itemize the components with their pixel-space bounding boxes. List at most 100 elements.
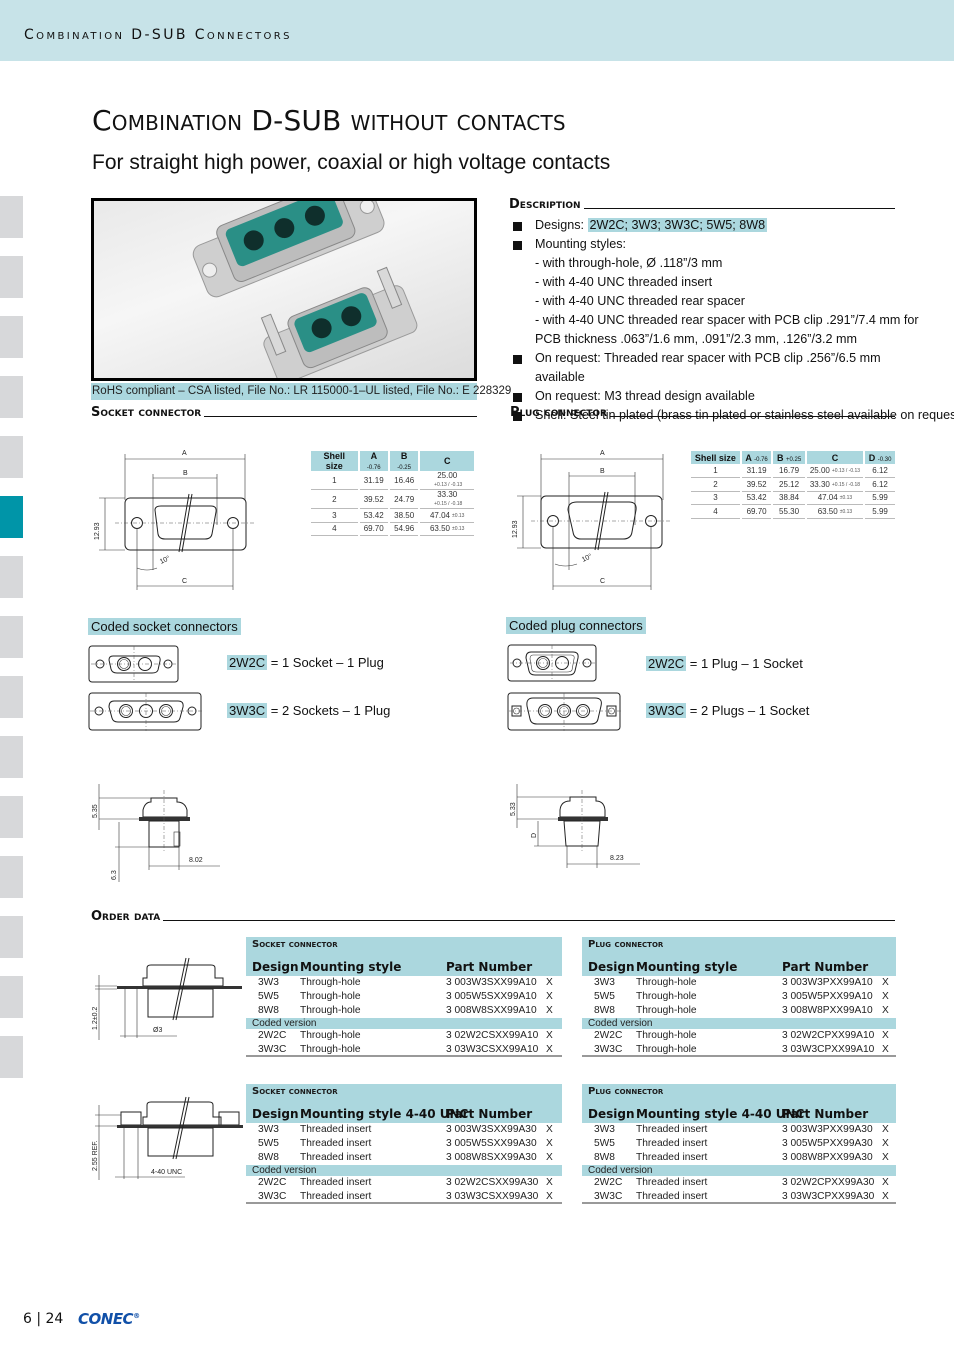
cell-mounting-style: Through-hole xyxy=(636,1030,697,1041)
header-tolerance: -0.76 xyxy=(366,465,381,471)
cell-value: 16.79 xyxy=(779,466,800,475)
order-table-row: 8W8 Threaded insert 3 008W8SXX99A30 X xyxy=(246,1151,562,1165)
dim-cell: 16.79 xyxy=(771,464,806,478)
cell-value: 3 xyxy=(713,493,718,503)
cell-tolerance: +0.15 / -0.18 xyxy=(434,500,463,507)
cell-value: 39.52 xyxy=(746,479,767,489)
bullet-item: On request: M3 thread design available xyxy=(511,387,931,406)
order-table-row: 5W5 Through-hole 3 005W5SXX99A10 X xyxy=(246,990,562,1004)
cell-part-number: 3 008W8PXX99A10 xyxy=(782,1005,873,1016)
side-index-tab[interactable] xyxy=(0,736,23,778)
dim-row: 2 39.52 25.12 33.30 +0.15 / -0.18 6.12 xyxy=(691,477,895,492)
side-index-tab[interactable] xyxy=(0,1036,23,1078)
cell-variant-x: X xyxy=(882,991,889,1002)
cell-variant-x: X xyxy=(882,1177,889,1188)
col-header-design: Design xyxy=(252,1107,299,1121)
dim-label-width: 8.02 xyxy=(189,857,203,864)
header-label: Shell size xyxy=(694,452,736,463)
dim-cell: 39.52 xyxy=(739,477,773,492)
side-index-tab[interactable] xyxy=(0,256,23,298)
dim-label-through-d: Ø3 xyxy=(153,1027,162,1034)
side-index-tab[interactable] xyxy=(0,856,23,898)
coded-version-label: Coded version xyxy=(246,1165,562,1176)
cell-mounting-style: Through-hole xyxy=(636,977,697,988)
cell-part-number: 3 008W8SXX99A10 xyxy=(446,1005,537,1016)
cell-value: 25.00 xyxy=(809,466,830,475)
cell-variant-x: X xyxy=(546,1030,553,1041)
plug-heading-text: Plug connector xyxy=(510,405,607,420)
cell-design: 8W8 xyxy=(594,1152,615,1163)
cell-design: 8W8 xyxy=(258,1005,279,1016)
dim-cell: 2 xyxy=(311,489,359,509)
dim-cell: 16.46 xyxy=(387,471,420,490)
header-label: C xyxy=(443,456,451,466)
col-header-design: Design xyxy=(588,1107,635,1121)
cell-design: 3W3C xyxy=(258,1191,287,1202)
side-index-tab[interactable] xyxy=(0,796,23,838)
header-label: A xyxy=(370,451,377,461)
cell-part-number: 3 003W3SXX99A10 xyxy=(446,977,537,988)
cell-value: 4 xyxy=(713,506,718,516)
cell-design: 5W5 xyxy=(594,1138,615,1149)
side-index-tab[interactable] xyxy=(0,316,23,358)
dim-label-a: A xyxy=(182,450,187,457)
coded-version-label: Coded version xyxy=(582,1165,896,1176)
side-index-tab[interactable] xyxy=(0,916,23,958)
side-index-tab[interactable] xyxy=(0,436,23,478)
cell-variant-x: X xyxy=(882,1191,889,1202)
side-index-tab[interactable] xyxy=(0,616,23,658)
cell-variant-x: X xyxy=(882,1124,889,1135)
dim-cell: 31.19 xyxy=(357,471,389,490)
code-description: = 1 Socket – 1 Plug xyxy=(267,655,384,670)
dim-cell: 53.42 xyxy=(739,491,773,505)
order-table-row: 3W3C Through-hole 3 03W3CPXX99A10 X xyxy=(582,1043,896,1057)
cell-design: 3W3 xyxy=(594,1124,615,1135)
plug-connector-heading: Plug connector xyxy=(510,405,895,420)
dim-label-angle: 10° xyxy=(580,552,593,564)
designs-item: Designs: 2W2C; 3W3; 3W3C; 5W5; 8W8 xyxy=(511,216,931,235)
socket-connector-heading: Socket connector xyxy=(91,405,477,420)
cell-design: 3W3C xyxy=(258,1044,287,1055)
cell-design: 5W5 xyxy=(594,991,615,1002)
side-index-tab[interactable] xyxy=(0,556,23,598)
side-index-tab[interactable] xyxy=(0,376,23,418)
cell-mounting-style: Through-hole xyxy=(300,991,361,1002)
dim-cell: 6.12 xyxy=(863,464,895,478)
dim-row: 3 53.42 38.50 47.04 ±0.13 xyxy=(311,508,474,523)
header-tolerance: -0.30 xyxy=(877,456,892,463)
dim-cell: 2 xyxy=(691,477,741,492)
code-description: = 2 Plugs – 1 Socket xyxy=(686,703,810,718)
cell-design: 2W2C xyxy=(594,1030,623,1041)
order-table-row: 2W2C Through-hole 3 02W2CSXX99A10 X xyxy=(246,1029,562,1043)
cell-part-number: 3 005W5PXX99A10 xyxy=(782,991,873,1002)
cell-design: 3W3C xyxy=(594,1044,623,1055)
cell-mounting-style: Through-hole xyxy=(300,1005,361,1016)
cell-value: 63.50 xyxy=(817,506,838,516)
dim-cell: 38.84 xyxy=(771,491,806,505)
cell-part-number: 3 008W8SXX99A30 xyxy=(446,1152,537,1163)
side-index-tab[interactable] xyxy=(0,676,23,718)
mounting-sub-item: PCB thickness .063”/1.6 mm, .091”/2.3 mm… xyxy=(535,332,857,346)
side-index-tab[interactable] xyxy=(0,496,23,538)
cell-design: 5W5 xyxy=(258,1138,279,1149)
description-heading-text: Description xyxy=(509,197,581,212)
order-table-row: 3W3C Threaded insert 3 03W3CSXX99A30 X xyxy=(246,1190,562,1204)
col-header-part-number: Part Number xyxy=(446,1107,533,1121)
cell-mounting-style: Through-hole xyxy=(300,1044,361,1055)
cell-mounting-style: Threaded insert xyxy=(636,1138,708,1149)
cell-part-number: 3 02W2CSXX99A10 xyxy=(446,1030,539,1041)
order-table-plug-through-hole: Plug connector Design Mounting style Part N… xyxy=(582,937,896,1057)
cell-part-number: 3 003W3PXX99A10 xyxy=(782,977,873,988)
side-index-tab[interactable] xyxy=(0,976,23,1018)
order-table-row: 8W8 Through-hole 3 008W8PXX99A10 X xyxy=(582,1004,896,1018)
dim-row: 4 69.70 55.30 63.50 ±0.13 5.99 xyxy=(691,504,895,519)
cell-mounting-style: Threaded insert xyxy=(300,1191,372,1202)
dim-label-b: B xyxy=(183,470,188,477)
header-label: A xyxy=(745,452,752,463)
mounting-sub-item: - with 4-40 UNC threaded rear spacer xyxy=(535,294,745,308)
dim-cell: 6.12 xyxy=(863,477,895,492)
side-index-tab[interactable] xyxy=(0,196,23,238)
cell-tolerance: ±0.13 xyxy=(451,512,465,519)
dim-label-width: 8.23 xyxy=(610,855,624,862)
dim-cell: 25.00+0.13 / -0.13 xyxy=(418,471,474,490)
